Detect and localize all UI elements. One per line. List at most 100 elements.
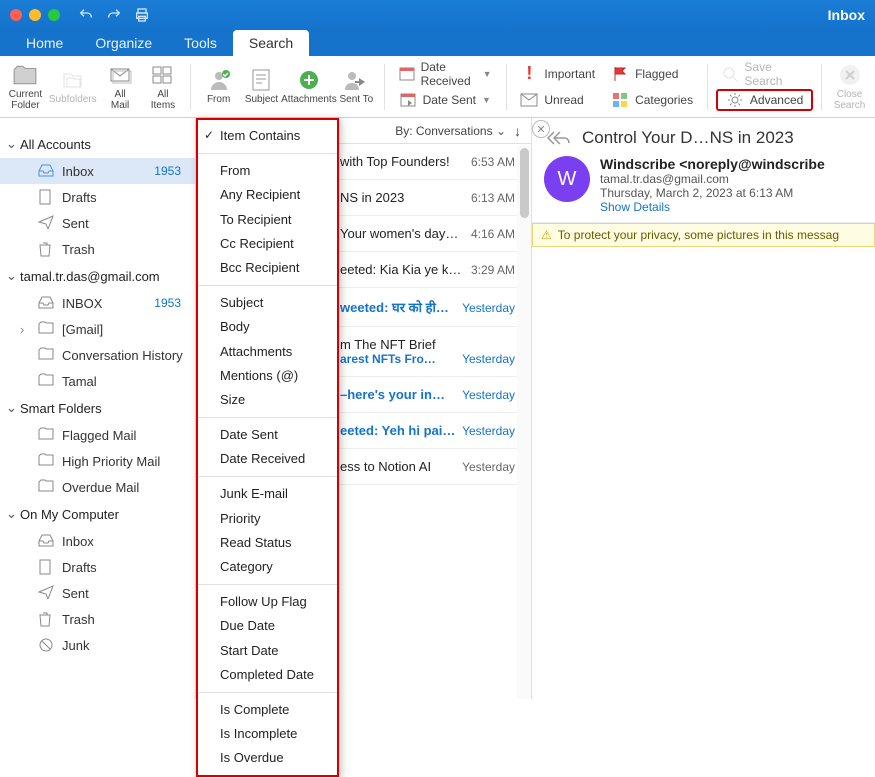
dropdown-item[interactable]: Start Date xyxy=(198,639,337,663)
dropdown-item[interactable]: Is Complete xyxy=(198,698,337,722)
categories-button[interactable]: Categories xyxy=(605,89,699,111)
dropdown-separator xyxy=(198,584,337,585)
sent-to-button[interactable]: Sent To xyxy=(337,59,376,115)
junk-icon xyxy=(38,637,54,653)
sidebar-item-conv-history[interactable]: Conversation History xyxy=(0,342,195,368)
tab-home[interactable]: Home xyxy=(10,30,79,56)
subject-button[interactable]: Subject xyxy=(242,59,281,115)
show-details-link[interactable]: Show Details xyxy=(600,200,825,214)
sent-icon xyxy=(38,215,54,231)
close-window-button[interactable] xyxy=(10,9,22,21)
dropdown-item[interactable]: Read Status xyxy=(198,531,337,555)
chevron-right-icon: › xyxy=(20,322,30,337)
sidebar-item-sent[interactable]: Sent xyxy=(0,210,195,236)
sidebar-item-omc-trash[interactable]: Trash xyxy=(0,606,195,632)
zoom-window-button[interactable] xyxy=(48,9,60,21)
sidebar-item-drafts[interactable]: Drafts xyxy=(0,184,195,210)
dropdown-separator xyxy=(198,476,337,477)
tab-organize[interactable]: Organize xyxy=(79,30,168,56)
dropdown-item[interactable]: Any Recipient xyxy=(198,183,337,207)
save-search-button[interactable]: Save Search xyxy=(716,63,813,85)
undo-icon[interactable] xyxy=(78,7,94,23)
clear-search-icon[interactable]: ✕ xyxy=(532,120,550,138)
trash-icon xyxy=(38,611,54,627)
dropdown-item[interactable]: Follow Up Flag xyxy=(198,590,337,614)
sidebar-item-tamal[interactable]: Tamal xyxy=(0,368,195,394)
dropdown-item[interactable]: To Recipient xyxy=(198,208,337,232)
tab-tools[interactable]: Tools xyxy=(168,30,233,56)
important-button[interactable]: ! Important xyxy=(514,63,601,85)
reading-pane: Control Your D…NS in 2023 W Windscribe <… xyxy=(532,118,875,699)
dropdown-item[interactable]: Size xyxy=(198,388,337,412)
sidebar-group-all-accounts[interactable]: ⌄All Accounts xyxy=(0,130,195,158)
scrollbar-thumb[interactable] xyxy=(520,148,529,218)
dropdown-item[interactable]: Due Date xyxy=(198,614,337,638)
chevron-down-icon: ⌄ xyxy=(6,136,16,152)
dropdown-item[interactable]: Is Incomplete xyxy=(198,722,337,746)
sidebar-group-smart-folders[interactable]: ⌄Smart Folders xyxy=(0,394,195,422)
sidebar-item-inbox[interactable]: Inbox1953 xyxy=(0,158,195,184)
chevron-down-icon: ⌄ xyxy=(6,506,16,522)
sidebar-item-high-priority[interactable]: High Priority Mail xyxy=(0,448,195,474)
sidebar-item-omc-inbox[interactable]: Inbox xyxy=(0,528,195,554)
sidebar-group-on-my-computer[interactable]: ⌄On My Computer xyxy=(0,500,195,528)
dropdown-item[interactable]: Subject xyxy=(198,291,337,315)
unread-button[interactable]: Unread xyxy=(514,89,601,111)
date-received-button[interactable]: Date Received ▼ xyxy=(393,63,498,85)
dropdown-item[interactable]: Item Contains xyxy=(198,124,337,148)
dropdown-item[interactable]: Bcc Recipient xyxy=(198,256,337,280)
dropdown-item[interactable]: Mentions (@) xyxy=(198,364,337,388)
privacy-banner[interactable]: ⚠ To protect your privacy, some pictures… xyxy=(532,223,875,247)
redo-icon[interactable] xyxy=(106,7,122,23)
sidebar-group-account[interactable]: ⌄tamal.tr.das@gmail.com xyxy=(0,262,195,290)
chevron-down-icon: ⌄ xyxy=(6,268,16,284)
sidebar-item-trash[interactable]: Trash xyxy=(0,236,195,262)
dropdown-item[interactable]: Attachments xyxy=(198,340,337,364)
sidebar-item-omc-junk[interactable]: Junk xyxy=(0,632,195,658)
calendar-sent-icon xyxy=(399,91,417,109)
dropdown-item[interactable]: Completed Date xyxy=(198,663,337,687)
dropdown-item[interactable]: From xyxy=(198,159,337,183)
inbox-icon xyxy=(38,295,54,311)
current-folder-button[interactable]: Current Folder xyxy=(6,59,45,115)
dropdown-item[interactable]: Is Overdue xyxy=(198,746,337,770)
from-button[interactable]: From xyxy=(199,59,238,115)
close-search-button[interactable]: Close Search xyxy=(830,59,869,115)
dropdown-item[interactable]: Date Received xyxy=(198,447,337,471)
dropdown-item[interactable]: Junk E-mail xyxy=(198,482,337,506)
sidebar-item-acc-inbox[interactable]: INBOX1953 xyxy=(0,290,195,316)
dropdown-item[interactable]: Date Sent xyxy=(198,423,337,447)
minimize-window-button[interactable] xyxy=(29,9,41,21)
date-sent-button[interactable]: Date Sent ▼ xyxy=(393,89,498,111)
folder-icon xyxy=(38,427,54,443)
print-icon[interactable] xyxy=(134,7,150,23)
chevron-down-icon: ▼ xyxy=(483,69,492,79)
subfolders-button[interactable]: Subfolders xyxy=(49,59,97,115)
sort-direction-button[interactable]: ↓ xyxy=(514,123,521,139)
sidebar-item-omc-sent[interactable]: Sent xyxy=(0,580,195,606)
flagged-button[interactable]: Flagged xyxy=(605,63,699,85)
all-items-button[interactable]: All Items xyxy=(144,59,183,115)
document-icon xyxy=(248,67,274,93)
advanced-button[interactable]: Advanced xyxy=(716,89,813,111)
sidebar-item-overdue[interactable]: Overdue Mail xyxy=(0,474,195,500)
scrollbar-track[interactable] xyxy=(517,146,531,699)
main-content: ⌄All Accounts Inbox1953 Drafts Sent Tras… xyxy=(0,118,875,699)
all-mail-icon xyxy=(107,62,133,88)
dropdown-item[interactable]: Cc Recipient xyxy=(198,232,337,256)
sidebar-item-omc-drafts[interactable]: Drafts xyxy=(0,554,195,580)
dropdown-item[interactable]: Body xyxy=(198,315,337,339)
dropdown-item[interactable]: Category xyxy=(198,555,337,579)
search-filter-dropdown[interactable]: Item Contains FromAny RecipientTo Recipie… xyxy=(196,118,339,777)
tab-search[interactable]: Search xyxy=(233,30,309,56)
flag-icon xyxy=(611,65,629,83)
all-mail-button[interactable]: All Mail xyxy=(101,59,140,115)
attachments-button[interactable]: Attachments xyxy=(285,59,333,115)
folder-icon xyxy=(38,347,54,363)
dropdown-item[interactable]: Priority xyxy=(198,507,337,531)
sort-button[interactable]: By: Conversations ⌄ xyxy=(395,124,506,138)
sidebar-item-flagged-mail[interactable]: Flagged Mail xyxy=(0,422,195,448)
inbox-icon xyxy=(38,163,54,179)
sidebar-item-gmail[interactable]: ›[Gmail] xyxy=(0,316,195,342)
chevron-down-icon: ▼ xyxy=(482,95,491,105)
